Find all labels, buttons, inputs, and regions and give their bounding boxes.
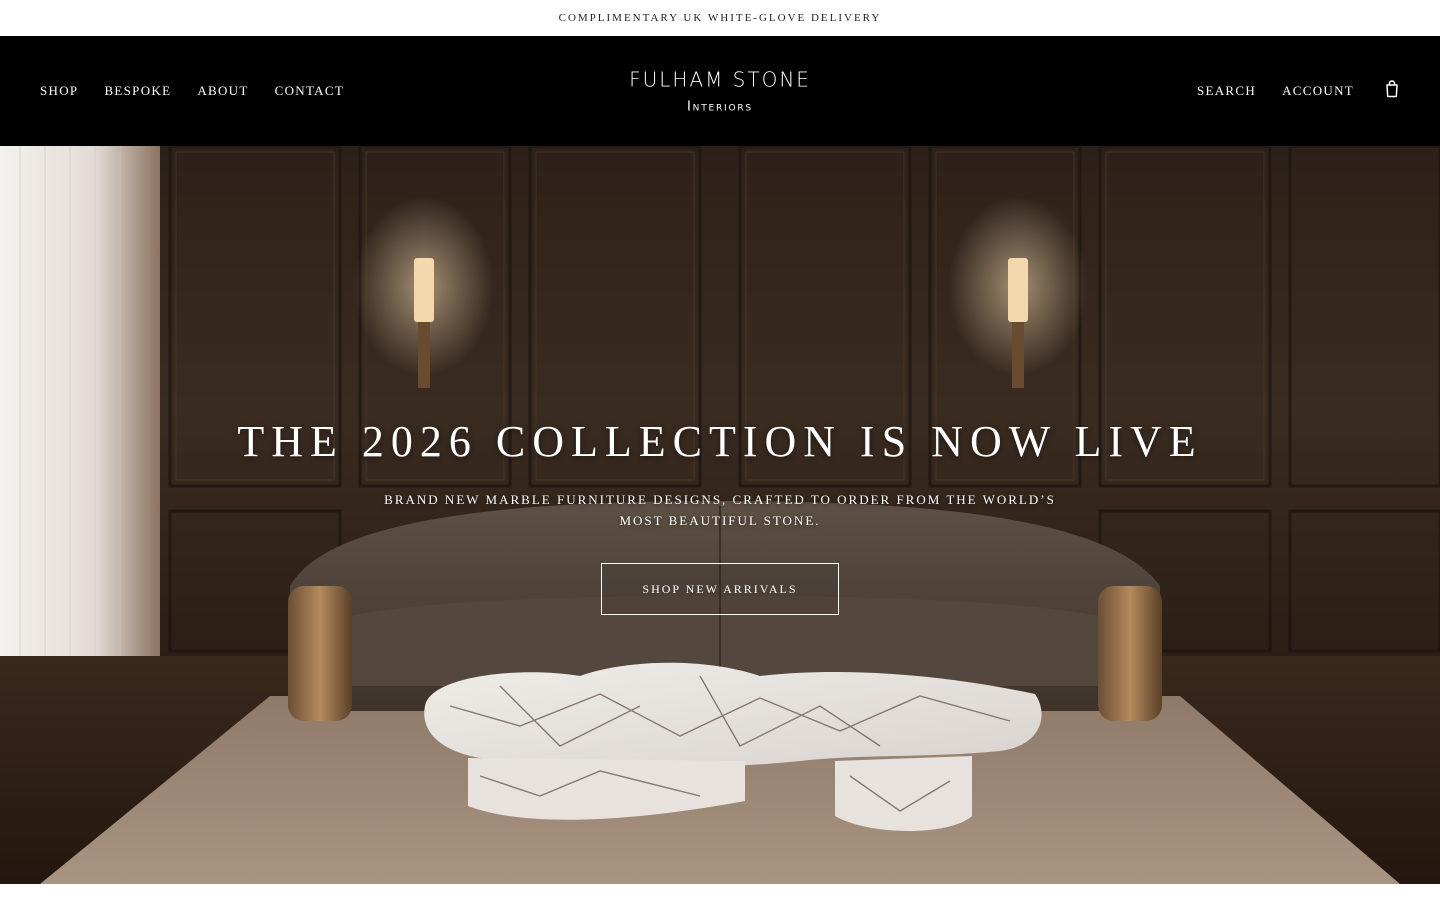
cart-button[interactable] [1380, 80, 1400, 102]
nav-about[interactable]: ABOUT [197, 83, 248, 99]
nav-shop[interactable]: SHOP [40, 83, 78, 99]
main-nav: SHOP BESPOKE ABOUT CONTACT [40, 83, 344, 99]
account-link[interactable]: ACCOUNT [1282, 83, 1354, 99]
logo-main-text: FULHAM STONE [629, 67, 811, 92]
hero-title: THE 2026 COLLECTION IS NOW LIVE [237, 417, 1203, 466]
site-logo[interactable]: FULHAM STONE Interiors [629, 68, 811, 115]
logo-sub-text: Interiors [687, 99, 753, 115]
nav-contact[interactable]: CONTACT [275, 83, 344, 99]
announcement-bar: COMPLIMENTARY UK WHITE-GLOVE DELIVERY [0, 0, 1440, 36]
hero-content: THE 2026 COLLECTION IS NOW LIVE BRAND NE… [0, 416, 1440, 615]
announcement-text: COMPLIMENTARY UK WHITE-GLOVE DELIVERY [558, 12, 882, 24]
nav-bespoke[interactable]: BESPOKE [104, 83, 171, 99]
shopping-bag-icon [1386, 80, 1398, 98]
shop-new-arrivals-button[interactable]: SHOP NEW ARRIVALS [601, 563, 839, 615]
site-header: SHOP BESPOKE ABOUT CONTACT FULHAM STONE … [0, 36, 1440, 146]
hero-subtitle: BRAND NEW MARBLE FURNITURE DESIGNS, CRAF… [384, 492, 1056, 528]
hero-banner: THE 2026 COLLECTION IS NOW LIVE BRAND NE… [0, 146, 1440, 884]
search-link[interactable]: SEARCH [1197, 83, 1256, 99]
utility-nav: SEARCH ACCOUNT [1197, 80, 1400, 102]
